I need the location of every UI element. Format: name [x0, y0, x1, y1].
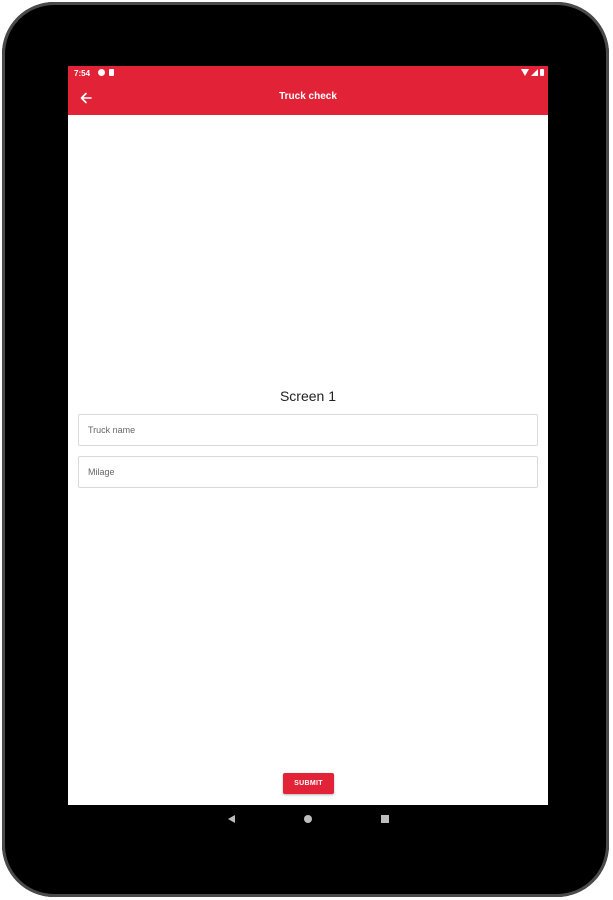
wifi-icon	[521, 69, 529, 76]
app-screen: 7:54 Truck check Screen 1 SUBMIT	[68, 66, 548, 805]
app-bar-title: Truck check	[279, 91, 337, 102]
status-icons-right	[521, 69, 544, 76]
system-nav-bar	[68, 808, 548, 832]
back-triangle-icon[interactable]	[228, 815, 235, 823]
sync-icon	[98, 69, 105, 76]
milage-input[interactable]	[78, 456, 538, 488]
truck-name-input[interactable]	[78, 414, 538, 446]
battery-icon	[540, 69, 544, 76]
sd-card-icon	[109, 69, 114, 76]
status-bar: 7:54	[68, 66, 548, 81]
home-circle-icon[interactable]	[304, 815, 312, 823]
screen-title: Screen 1	[279, 388, 337, 404]
status-time: 7:54	[74, 69, 91, 78]
app-bar: Truck check	[68, 81, 548, 115]
recents-square-icon[interactable]	[381, 815, 389, 823]
submit-button[interactable]: SUBMIT	[283, 773, 334, 794]
signal-icon	[531, 69, 538, 76]
status-icons-left	[98, 69, 114, 76]
